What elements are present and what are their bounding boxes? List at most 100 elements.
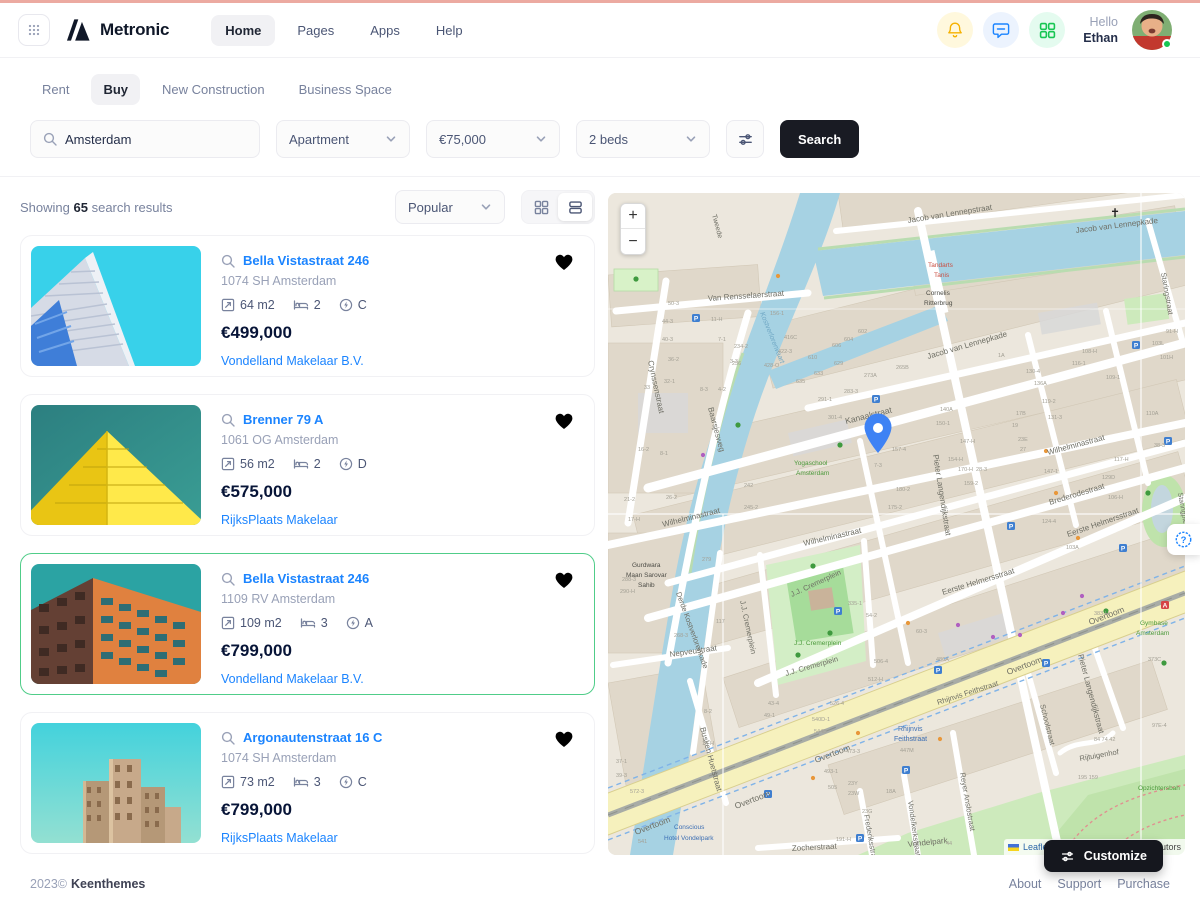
property-photo <box>31 246 201 366</box>
tab-business-space[interactable]: Business Space <box>287 74 404 105</box>
map-label: 610 <box>808 355 817 361</box>
energy-label: C <box>358 298 367 312</box>
map-label: 109-1 <box>1106 375 1120 381</box>
favorite-heart-icon[interactable] <box>554 253 574 272</box>
map-label: Amsterdam <box>1136 630 1169 637</box>
messages-button[interactable] <box>983 12 1019 48</box>
map-label: 19 <box>1012 423 1018 429</box>
beds-value: 3 <box>321 616 328 630</box>
brand-logo[interactable]: Metronic <box>66 18 169 42</box>
chevron-down-icon <box>685 133 697 145</box>
tree-icon <box>1145 490 1150 495</box>
agency-link[interactable]: RijksPlaats Makelaar <box>221 513 367 527</box>
location-search-input[interactable]: Amsterdam <box>30 120 260 158</box>
property-price: €799,000 <box>221 800 382 820</box>
map-label: 157-4 <box>892 447 906 453</box>
sort-select[interactable]: Popular <box>395 190 505 224</box>
beds-select[interactable]: 2 beds <box>576 120 710 158</box>
tree-icon <box>837 442 842 447</box>
map-label: 23G <box>862 809 872 815</box>
property-card[interactable]: Bella Vistastraat 246 1074 SH Amsterdam … <box>20 235 595 377</box>
map-label: 273A <box>864 373 877 379</box>
metronic-logo-icon <box>66 18 91 42</box>
agency-link[interactable]: Vondelland Makelaar B.V. <box>221 354 369 368</box>
company-link[interactable]: Keenthemes <box>71 877 145 891</box>
map-label: 159-2 <box>964 481 978 487</box>
customize-button[interactable]: Customize <box>1044 840 1163 872</box>
tab-buy[interactable]: Buy <box>91 74 140 105</box>
filter-controls-row: Amsterdam Apartment €75,000 2 beds Searc… <box>30 120 1170 158</box>
property-card[interactable]: Brenner 79 A 1061 OG Amsterdam 56 m2 2 D… <box>20 394 595 536</box>
poi-dot <box>856 731 860 735</box>
property-type-select[interactable]: Apartment <box>276 120 410 158</box>
favorite-heart-icon[interactable] <box>554 412 574 431</box>
apps-grid-icon <box>26 22 42 38</box>
grid-view-button[interactable] <box>524 193 558 221</box>
help-floating-button[interactable] <box>1167 524 1200 555</box>
footer-link-support[interactable]: Support <box>1057 877 1101 891</box>
price-select[interactable]: €75,000 <box>426 120 560 158</box>
footer-link-about[interactable]: About <box>1009 877 1042 891</box>
grid-view-icon <box>534 200 549 215</box>
agency-link[interactable]: RijksPlaats Makelaar <box>221 831 382 845</box>
apps-launcher-button[interactable] <box>1029 12 1065 48</box>
favorite-heart-icon[interactable] <box>554 571 574 590</box>
map-label: 49-1 <box>764 713 775 719</box>
avatar[interactable] <box>1132 10 1172 50</box>
results-count-text: Showing 65 search results <box>20 200 173 215</box>
nav-item-apps[interactable]: Apps <box>356 15 414 46</box>
map-label: 108-H <box>1082 349 1097 355</box>
zoom-in-button[interactable]: + <box>621 204 645 229</box>
map-label: 103L <box>1152 341 1164 347</box>
favorite-heart-icon[interactable] <box>554 730 574 749</box>
list-view-button[interactable] <box>558 193 592 221</box>
map-label: 156-1 <box>770 311 784 317</box>
map-label: 36-2 <box>668 357 679 363</box>
property-title-link[interactable]: Bella Vistastraat 246 <box>243 253 369 268</box>
map-label: 23E <box>1018 437 1028 443</box>
poi-dot <box>1076 536 1080 540</box>
nav-item-pages[interactable]: Pages <box>283 15 348 46</box>
notifications-button[interactable] <box>937 12 973 48</box>
advanced-filters-button[interactable] <box>726 120 764 158</box>
property-price: €499,000 <box>221 323 369 343</box>
map-label: 23Y <box>848 781 858 787</box>
map-label: 335-1 <box>848 601 862 607</box>
energy-label: C <box>358 775 367 789</box>
poi-dot <box>701 453 705 457</box>
map-label: 18A <box>886 789 896 795</box>
property-card[interactable]: Bella Vistastraat 246 1109 RV Amsterdam … <box>20 553 595 695</box>
apps-grid-button[interactable] <box>18 14 50 46</box>
beds-value: 2 <box>314 457 321 471</box>
property-title-link[interactable]: Argonautenstraat 16 C <box>243 730 382 745</box>
area-value: 73 m2 <box>240 775 275 789</box>
property-photo <box>31 723 201 843</box>
property-type-value: Apartment <box>289 132 349 147</box>
map-label: Opzichtersbah <box>1138 785 1180 792</box>
zoom-out-button[interactable]: − <box>621 229 645 254</box>
map-label: 97E-4 <box>1152 723 1167 729</box>
nav-item-help[interactable]: Help <box>422 15 477 46</box>
map-label: 170-H <box>958 467 973 473</box>
area-value: 56 m2 <box>240 457 275 471</box>
map-label: 43-4 <box>768 701 779 707</box>
map-label: Sahib <box>638 582 655 589</box>
agency-link[interactable]: Vondelland Makelaar B.V. <box>221 672 373 686</box>
map-canvas[interactable]: PPPPPPPPPPPP✝A Van RensselaerstraatCryns… <box>608 193 1185 855</box>
tab-rent[interactable]: Rent <box>30 74 81 105</box>
property-title-link[interactable]: Brenner 79 A <box>243 412 323 427</box>
search-button[interactable]: Search <box>780 120 859 158</box>
sliders-icon <box>737 131 754 148</box>
poi-dot <box>906 621 910 625</box>
tab-new-construction[interactable]: New Construction <box>150 74 277 105</box>
footer-link-purchase[interactable]: Purchase <box>1117 877 1170 891</box>
map-label: J.J. Cremerplein <box>794 640 842 647</box>
property-card[interactable]: Argonautenstraat 16 C 1074 SH Amsterdam … <box>20 712 595 854</box>
parking-icon: P <box>872 395 880 404</box>
svg-text:P: P <box>936 668 941 675</box>
nav-item-home[interactable]: Home <box>211 15 275 46</box>
property-title-link[interactable]: Bella Vistastraat 246 <box>243 571 369 586</box>
map-label: 291-1 <box>818 397 832 403</box>
map-label: 60-3 <box>916 629 927 635</box>
svg-text:P: P <box>1134 343 1139 350</box>
